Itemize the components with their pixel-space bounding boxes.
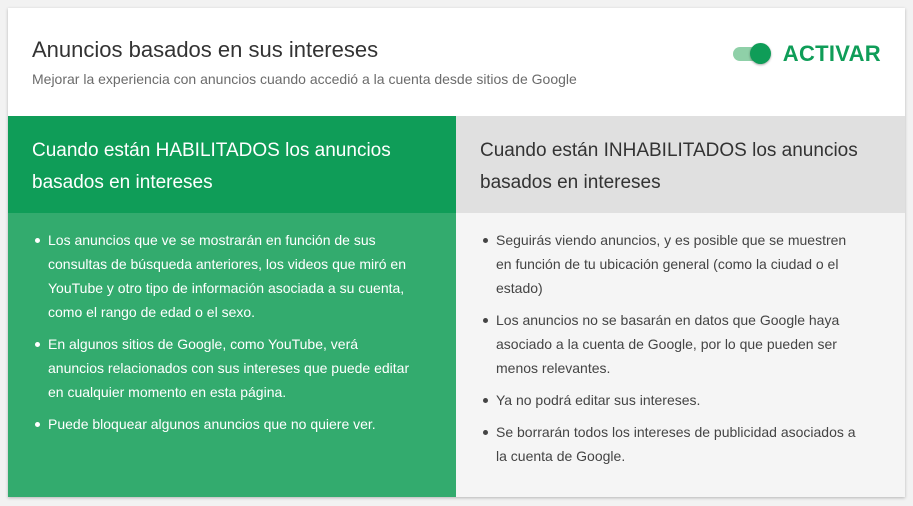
list-item-line: Puede bloquear algunos anuncios que no q… (48, 416, 376, 432)
list-item-line: estado) (496, 280, 543, 296)
enabled-list: Los anuncios que ve se mostrarán en func… (32, 228, 432, 436)
bullet-icon (35, 238, 40, 243)
enabled-heading: Cuando están HABILITADOS los anuncios ba… (8, 116, 456, 213)
enabled-heading-line: basados en intereses (32, 172, 213, 193)
list-item: Seguirás viendo anuncios, y es posible q… (480, 228, 881, 300)
list-item-line: en cualquier momento en esta página. (48, 384, 287, 400)
list-item-line: como el rango de edad o el sexo. (48, 304, 256, 320)
list-item: Los anuncios no se basarán en datos que … (480, 308, 881, 380)
list-item-line: Seguirás viendo anuncios, y es posible q… (496, 232, 847, 248)
list-item-line: Se borrarán todos los intereses de publi… (496, 424, 856, 440)
page-title: Anuncios basados en sus intereses (32, 37, 379, 62)
list-item: Se borrarán todos los intereses de publi… (480, 420, 881, 468)
ads-settings-card: Anuncios basados en sus intereses Mejora… (8, 8, 905, 497)
list-item-line: YouTube y otro tipo de información asoci… (48, 280, 405, 296)
toggle-label[interactable]: ACTIVAR (783, 41, 881, 67)
disabled-heading: Cuando están INHABILITADOS los anuncios … (456, 116, 905, 213)
disabled-heading-line: Cuando están INHABILITADOS los anuncios (480, 140, 858, 161)
list-item: Los anuncios que ve se mostrarán en func… (32, 228, 432, 324)
list-item-line: Los anuncios no se basarán en datos que … (496, 312, 840, 328)
list-item-line: menos relevantes. (496, 360, 611, 376)
page-subtitle: Mejorar la experiencia con anuncios cuan… (32, 71, 577, 87)
enabled-list-container: Los anuncios que ve se mostrarán en func… (8, 213, 456, 497)
list-item: Puede bloquear algunos anuncios que no q… (32, 412, 432, 436)
list-item-line: En algunos sitios de Google, como YouTub… (48, 336, 359, 352)
list-item-line: la cuenta de Google. (496, 448, 626, 464)
bullet-icon (483, 430, 488, 435)
toggle-switch[interactable] (732, 42, 771, 66)
list-item-line: Ya no podrá editar sus intereses. (496, 392, 701, 408)
bullet-icon (35, 422, 40, 427)
enabled-heading-line: Cuando están HABILITADOS los anuncios (32, 140, 391, 161)
list-item: En algunos sitios de Google, como YouTub… (32, 332, 432, 404)
card-header: Anuncios basados en sus intereses Mejora… (8, 8, 905, 116)
list-item-line: anuncios relacionados con sus intereses … (48, 360, 410, 376)
bullet-icon (483, 238, 488, 243)
toggle-thumb (749, 43, 771, 64)
disabled-heading-line: basados en intereses (480, 172, 661, 193)
disabled-list: Seguirás viendo anuncios, y es posible q… (480, 228, 881, 468)
bullet-icon (35, 342, 40, 347)
bullet-icon (483, 318, 488, 323)
list-item-line: asociado a la cuenta de Google, por lo q… (496, 336, 837, 352)
list-item-line: en función de tu ubicación general (como… (496, 256, 839, 272)
disabled-list-container: Seguirás viendo anuncios, y es posible q… (456, 213, 905, 497)
bullet-icon (483, 398, 488, 403)
list-item-line: consultas de búsqueda anteriores, los vi… (48, 256, 406, 272)
disabled-column: Cuando están INHABILITADOS los anuncios … (456, 116, 905, 497)
list-item-line: Los anuncios que ve se mostrarán en func… (48, 232, 376, 248)
ads-personalization-toggle[interactable]: ACTIVAR (732, 38, 881, 70)
enabled-column: Cuando están HABILITADOS los anuncios ba… (8, 116, 456, 497)
list-item: Ya no podrá editar sus intereses. (480, 388, 881, 412)
